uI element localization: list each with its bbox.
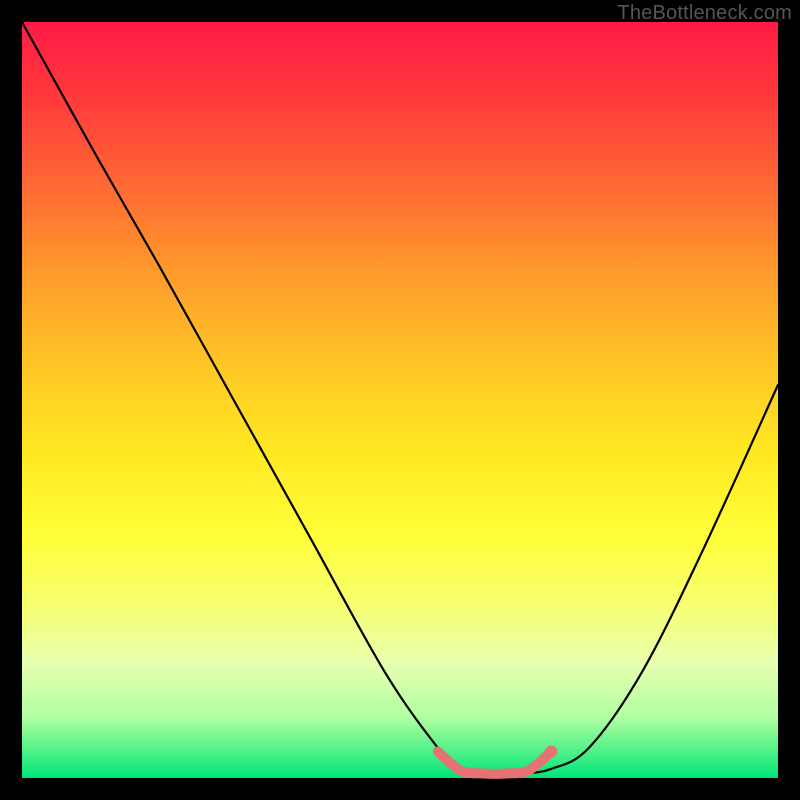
v-curve-group: [22, 22, 778, 774]
chart-stage: TheBottleneck.com: [0, 0, 800, 800]
v-curve-path: [22, 22, 778, 774]
watermark-label: TheBottleneck.com: [617, 2, 792, 25]
chart-svg: [22, 22, 778, 778]
highlight-group: [438, 746, 557, 774]
highlight-end-dot: [545, 746, 557, 758]
highlight-path: [438, 752, 551, 774]
